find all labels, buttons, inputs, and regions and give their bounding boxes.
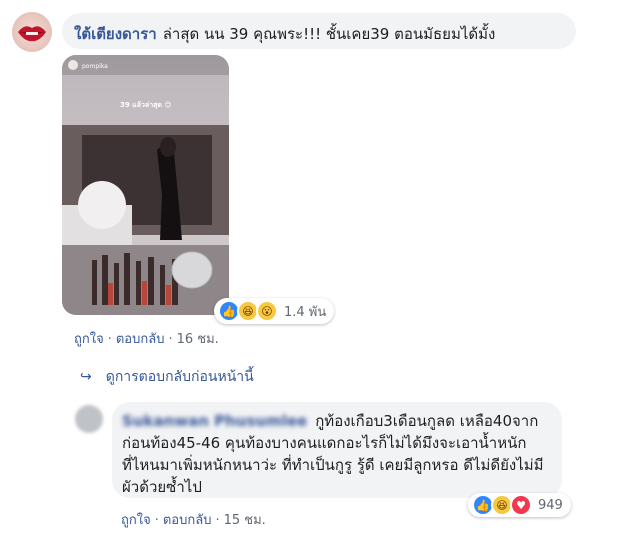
view-previous-replies-link[interactable]: ↪ ดูการตอบกลับก่อนหน้านี้ xyxy=(80,366,254,388)
comment-bubble: ใต้เตียงดารา ล่าสุด นน 39 คุณพระ!!! ชั้นเ… xyxy=(62,13,576,49)
love-reaction-icon: ♥ xyxy=(510,494,532,516)
reply-arrow-icon: ↪ xyxy=(80,369,92,385)
reply-link[interactable]: ตอบกลับ xyxy=(116,332,165,347)
comment-author[interactable]: ใต้เตียงดารา xyxy=(74,25,157,43)
like-link[interactable]: ถูกใจ xyxy=(74,332,104,347)
photo-username: pompika xyxy=(82,63,108,70)
reply-reaction-count: 949 xyxy=(538,497,563,513)
comment-timestamp[interactable]: 16 ชม. xyxy=(177,332,219,347)
reply-bubble: Sukanwan Phusumlee กูท้องเกือบ3เดือนกูลด … xyxy=(112,402,562,498)
view-previous-replies-label: ดูการตอบกลับก่อนหน้านี้ xyxy=(105,369,254,385)
commenter-avatar[interactable] xyxy=(12,12,52,52)
reply-author[interactable]: Sukanwan Phusumlee xyxy=(122,410,307,432)
comment-text: ล่าสุด นน 39 คุณพระ!!! ชั้นเคย39 ตอนมัธย… xyxy=(162,25,496,43)
wow-reaction-icon: 😮 xyxy=(256,300,278,322)
reply-actions: ถูกใจ · ตอบกลับ · 15 ชม. xyxy=(121,513,266,528)
reply-reactions[interactable]: 👍 😆 ♥ 949 xyxy=(468,493,571,517)
comment-reactions[interactable]: 👍 😆 😮 1.4 พัน xyxy=(214,298,335,324)
lips-image xyxy=(18,26,46,42)
photo-caption: 39 แล้วล่าสุด 😊 xyxy=(120,100,172,109)
comment-photo[interactable]: pompika 39 แล้วล่าสุด 😊 xyxy=(62,55,229,315)
comment-actions: ถูกใจ · ตอบกลับ · 16 ชม. xyxy=(74,332,219,347)
reply-link[interactable]: ตอบกลับ xyxy=(163,513,212,528)
comment-reaction-count: 1.4 พัน xyxy=(284,304,327,320)
like-link[interactable]: ถูกใจ xyxy=(121,513,151,528)
mirror-selfie-image: pompika 39 แล้วล่าสุด 😊 xyxy=(62,55,229,315)
reply-avatar[interactable] xyxy=(75,405,103,433)
reply-timestamp[interactable]: 15 ชม. xyxy=(224,513,266,528)
